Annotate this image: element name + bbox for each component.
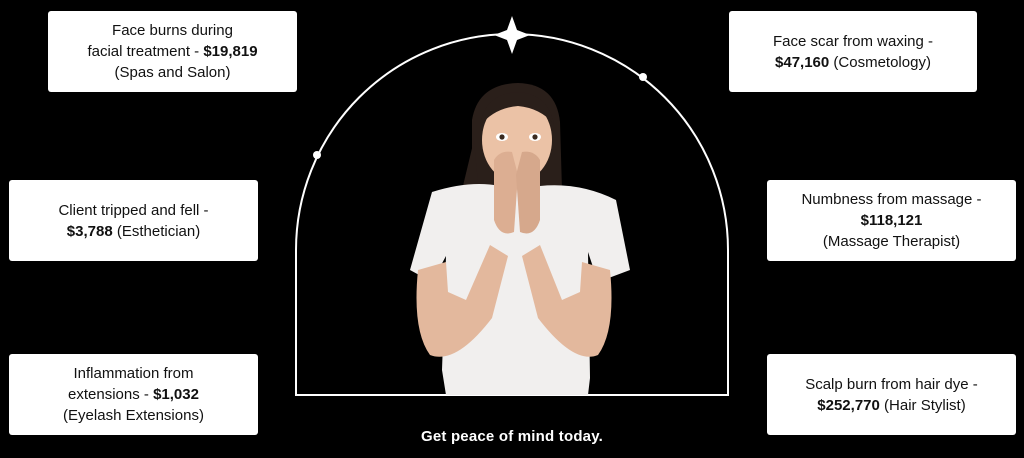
claim-amount: $252,770 [817, 396, 880, 414]
claim-amount: $19,819 [203, 43, 258, 60]
card-text: Face scar from waxing - [772, 32, 934, 50]
claim-card-inflammation: Inflammation from extensions - $1,032 (E… [9, 354, 258, 435]
claim-card-numbness: Numbness from massage - $118,121 (Massag… [767, 180, 1016, 261]
card-text: Face burns during [112, 22, 233, 39]
claim-card-client-tripped: Client tripped and fell - $3,788 (Esthet… [9, 180, 258, 261]
claim-card-face-scar: Face scar from waxing - $47,160 (Cosmeto… [729, 11, 977, 92]
card-text: Inflammation from [73, 365, 194, 382]
card-text: extensions - [68, 386, 154, 403]
card-category: (Spas and Salon) [114, 64, 231, 81]
claim-card-scalp-burn: Scalp burn from hair dye - $252,770 (Hai… [767, 354, 1016, 435]
claim-amount: $3,788 [66, 222, 113, 240]
claim-amount: $1,032 [153, 386, 199, 403]
claim-amount: $47,160 [775, 53, 830, 71]
card-category: (Massage Therapist) [822, 233, 961, 250]
card-category: (Eyelash Extensions) [63, 407, 204, 424]
claim-amount: $118,121 [860, 212, 923, 229]
card-category: (Cosmetology) [829, 53, 931, 71]
card-category: (Hair Stylist) [879, 396, 966, 414]
card-category: (Esthetician) [112, 222, 201, 240]
claim-card-face-burns: Face burns during facial treatment - $19… [48, 11, 297, 92]
card-text: Numbness from massage - [801, 191, 982, 208]
card-text: facial treatment - [87, 43, 204, 60]
footer-tagline: Get peace of mind today. [420, 428, 604, 445]
card-text: Scalp burn from hair dye - [805, 375, 978, 393]
card-text: Client tripped and fell - [58, 201, 209, 219]
